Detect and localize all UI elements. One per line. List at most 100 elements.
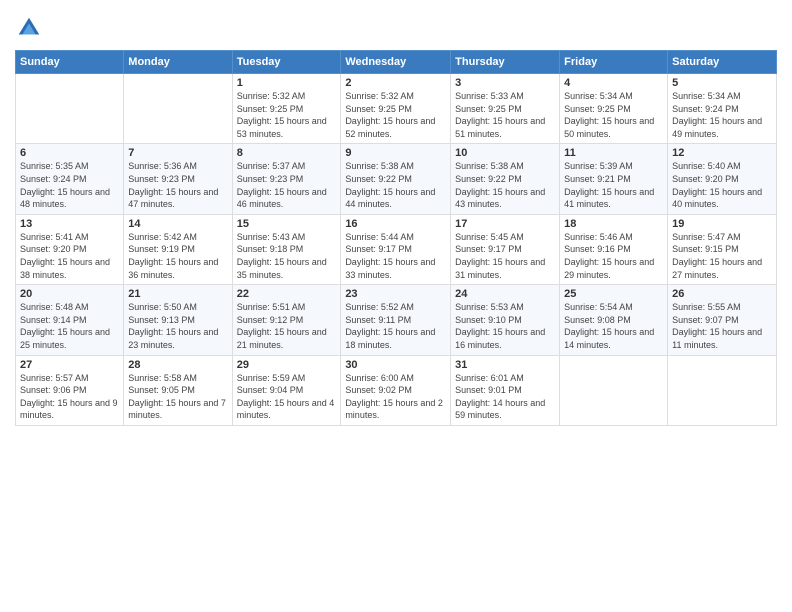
calendar-day-header: Monday — [124, 51, 232, 74]
day-info: Sunrise: 5:51 AMSunset: 9:12 PMDaylight:… — [237, 301, 337, 351]
calendar-cell: 10Sunrise: 5:38 AMSunset: 9:22 PMDayligh… — [451, 144, 560, 214]
header — [15, 10, 777, 42]
calendar-cell: 8Sunrise: 5:37 AMSunset: 9:23 PMDaylight… — [232, 144, 341, 214]
calendar-week-row: 13Sunrise: 5:41 AMSunset: 9:20 PMDayligh… — [16, 214, 777, 284]
day-info: Sunrise: 5:35 AMSunset: 9:24 PMDaylight:… — [20, 160, 119, 210]
calendar-cell: 23Sunrise: 5:52 AMSunset: 9:11 PMDayligh… — [341, 285, 451, 355]
calendar-cell: 15Sunrise: 5:43 AMSunset: 9:18 PMDayligh… — [232, 214, 341, 284]
day-number: 21 — [128, 288, 227, 300]
day-info: Sunrise: 5:54 AMSunset: 9:08 PMDaylight:… — [564, 301, 663, 351]
calendar-cell: 29Sunrise: 5:59 AMSunset: 9:04 PMDayligh… — [232, 355, 341, 425]
calendar-cell: 14Sunrise: 5:42 AMSunset: 9:19 PMDayligh… — [124, 214, 232, 284]
day-number: 30 — [345, 359, 446, 371]
day-info: Sunrise: 5:38 AMSunset: 9:22 PMDaylight:… — [345, 160, 446, 210]
day-number: 18 — [564, 218, 663, 230]
calendar-cell: 25Sunrise: 5:54 AMSunset: 9:08 PMDayligh… — [560, 285, 668, 355]
day-number: 1 — [237, 77, 337, 89]
calendar-week-row: 20Sunrise: 5:48 AMSunset: 9:14 PMDayligh… — [16, 285, 777, 355]
day-number: 28 — [128, 359, 227, 371]
calendar-cell — [560, 355, 668, 425]
calendar-cell: 11Sunrise: 5:39 AMSunset: 9:21 PMDayligh… — [560, 144, 668, 214]
day-number: 26 — [672, 288, 772, 300]
calendar-week-row: 1Sunrise: 5:32 AMSunset: 9:25 PMDaylight… — [16, 74, 777, 144]
calendar-cell: 18Sunrise: 5:46 AMSunset: 9:16 PMDayligh… — [560, 214, 668, 284]
day-info: Sunrise: 5:33 AMSunset: 9:25 PMDaylight:… — [455, 90, 555, 140]
calendar-cell: 30Sunrise: 6:00 AMSunset: 9:02 PMDayligh… — [341, 355, 451, 425]
calendar: SundayMondayTuesdayWednesdayThursdayFrid… — [15, 50, 777, 426]
day-number: 17 — [455, 218, 555, 230]
day-info: Sunrise: 5:47 AMSunset: 9:15 PMDaylight:… — [672, 231, 772, 281]
calendar-cell: 16Sunrise: 5:44 AMSunset: 9:17 PMDayligh… — [341, 214, 451, 284]
calendar-cell: 27Sunrise: 5:57 AMSunset: 9:06 PMDayligh… — [16, 355, 124, 425]
day-number: 19 — [672, 218, 772, 230]
day-info: Sunrise: 5:59 AMSunset: 9:04 PMDaylight:… — [237, 372, 337, 422]
day-number: 14 — [128, 218, 227, 230]
day-info: Sunrise: 5:43 AMSunset: 9:18 PMDaylight:… — [237, 231, 337, 281]
calendar-week-row: 6Sunrise: 5:35 AMSunset: 9:24 PMDaylight… — [16, 144, 777, 214]
day-number: 5 — [672, 77, 772, 89]
calendar-cell — [668, 355, 777, 425]
day-number: 27 — [20, 359, 119, 371]
day-info: Sunrise: 5:50 AMSunset: 9:13 PMDaylight:… — [128, 301, 227, 351]
calendar-cell: 28Sunrise: 5:58 AMSunset: 9:05 PMDayligh… — [124, 355, 232, 425]
day-number: 16 — [345, 218, 446, 230]
page: SundayMondayTuesdayWednesdayThursdayFrid… — [0, 0, 792, 612]
day-info: Sunrise: 5:34 AMSunset: 9:25 PMDaylight:… — [564, 90, 663, 140]
day-number: 12 — [672, 147, 772, 159]
calendar-cell: 21Sunrise: 5:50 AMSunset: 9:13 PMDayligh… — [124, 285, 232, 355]
calendar-cell — [16, 74, 124, 144]
day-info: Sunrise: 5:38 AMSunset: 9:22 PMDaylight:… — [455, 160, 555, 210]
day-number: 9 — [345, 147, 446, 159]
calendar-cell: 2Sunrise: 5:32 AMSunset: 9:25 PMDaylight… — [341, 74, 451, 144]
day-info: Sunrise: 6:01 AMSunset: 9:01 PMDaylight:… — [455, 372, 555, 422]
day-info: Sunrise: 5:42 AMSunset: 9:19 PMDaylight:… — [128, 231, 227, 281]
calendar-cell: 3Sunrise: 5:33 AMSunset: 9:25 PMDaylight… — [451, 74, 560, 144]
day-number: 23 — [345, 288, 446, 300]
day-number: 8 — [237, 147, 337, 159]
calendar-cell: 9Sunrise: 5:38 AMSunset: 9:22 PMDaylight… — [341, 144, 451, 214]
day-info: Sunrise: 5:32 AMSunset: 9:25 PMDaylight:… — [237, 90, 337, 140]
day-number: 3 — [455, 77, 555, 89]
calendar-day-header: Friday — [560, 51, 668, 74]
day-number: 13 — [20, 218, 119, 230]
day-number: 11 — [564, 147, 663, 159]
day-number: 31 — [455, 359, 555, 371]
calendar-cell: 4Sunrise: 5:34 AMSunset: 9:25 PMDaylight… — [560, 74, 668, 144]
day-number: 6 — [20, 147, 119, 159]
day-info: Sunrise: 6:00 AMSunset: 9:02 PMDaylight:… — [345, 372, 446, 422]
day-info: Sunrise: 5:36 AMSunset: 9:23 PMDaylight:… — [128, 160, 227, 210]
day-info: Sunrise: 5:58 AMSunset: 9:05 PMDaylight:… — [128, 372, 227, 422]
logo — [15, 14, 47, 42]
calendar-cell: 13Sunrise: 5:41 AMSunset: 9:20 PMDayligh… — [16, 214, 124, 284]
calendar-day-header: Tuesday — [232, 51, 341, 74]
day-info: Sunrise: 5:57 AMSunset: 9:06 PMDaylight:… — [20, 372, 119, 422]
calendar-cell: 17Sunrise: 5:45 AMSunset: 9:17 PMDayligh… — [451, 214, 560, 284]
day-info: Sunrise: 5:40 AMSunset: 9:20 PMDaylight:… — [672, 160, 772, 210]
calendar-cell: 12Sunrise: 5:40 AMSunset: 9:20 PMDayligh… — [668, 144, 777, 214]
day-info: Sunrise: 5:41 AMSunset: 9:20 PMDaylight:… — [20, 231, 119, 281]
day-number: 24 — [455, 288, 555, 300]
calendar-cell: 24Sunrise: 5:53 AMSunset: 9:10 PMDayligh… — [451, 285, 560, 355]
day-number: 20 — [20, 288, 119, 300]
day-info: Sunrise: 5:37 AMSunset: 9:23 PMDaylight:… — [237, 160, 337, 210]
calendar-cell: 1Sunrise: 5:32 AMSunset: 9:25 PMDaylight… — [232, 74, 341, 144]
day-info: Sunrise: 5:52 AMSunset: 9:11 PMDaylight:… — [345, 301, 446, 351]
calendar-cell: 26Sunrise: 5:55 AMSunset: 9:07 PMDayligh… — [668, 285, 777, 355]
day-info: Sunrise: 5:32 AMSunset: 9:25 PMDaylight:… — [345, 90, 446, 140]
day-info: Sunrise: 5:34 AMSunset: 9:24 PMDaylight:… — [672, 90, 772, 140]
calendar-day-header: Sunday — [16, 51, 124, 74]
day-number: 25 — [564, 288, 663, 300]
day-number: 10 — [455, 147, 555, 159]
day-info: Sunrise: 5:48 AMSunset: 9:14 PMDaylight:… — [20, 301, 119, 351]
calendar-day-header: Thursday — [451, 51, 560, 74]
calendar-cell: 7Sunrise: 5:36 AMSunset: 9:23 PMDaylight… — [124, 144, 232, 214]
calendar-cell: 6Sunrise: 5:35 AMSunset: 9:24 PMDaylight… — [16, 144, 124, 214]
day-info: Sunrise: 5:44 AMSunset: 9:17 PMDaylight:… — [345, 231, 446, 281]
day-number: 22 — [237, 288, 337, 300]
calendar-day-header: Wednesday — [341, 51, 451, 74]
logo-icon — [15, 14, 43, 42]
day-info: Sunrise: 5:39 AMSunset: 9:21 PMDaylight:… — [564, 160, 663, 210]
calendar-cell: 22Sunrise: 5:51 AMSunset: 9:12 PMDayligh… — [232, 285, 341, 355]
calendar-week-row: 27Sunrise: 5:57 AMSunset: 9:06 PMDayligh… — [16, 355, 777, 425]
day-info: Sunrise: 5:45 AMSunset: 9:17 PMDaylight:… — [455, 231, 555, 281]
